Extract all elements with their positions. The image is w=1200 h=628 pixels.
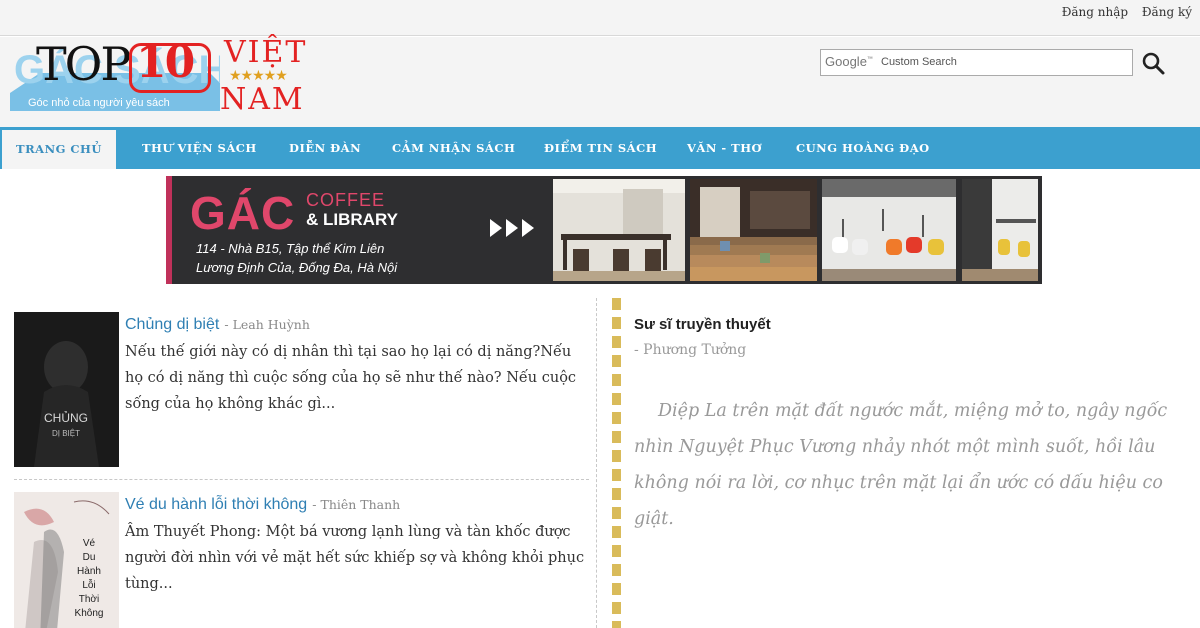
featured-author: - Phương Tưởng [634, 342, 747, 358]
banner-line1: COFFEE [306, 190, 386, 210]
cafe-photo-3 [822, 179, 956, 281]
book-item-1: CHỦNG DỊ BIỆT Chủng dị biệt - Leah Huỳnh… [14, 312, 589, 472]
book-title-link[interactable]: Vé du hành lỗi thời không [125, 496, 307, 513]
cafe-photo-1 [553, 179, 685, 281]
column-separator [596, 298, 597, 628]
nav-item-cung-hoang-dao[interactable]: CUNG HOÀNG ĐẠO [796, 127, 930, 169]
top10-viet: VIỆT [224, 35, 308, 70]
book-cover-2-line4: Lỗi [82, 578, 95, 591]
book-author: - Leah Huỳnh [224, 317, 310, 332]
book-cover-1-line1: CHỦNG [44, 410, 88, 425]
register-link[interactable]: Đăng ký [1142, 5, 1192, 19]
auth-links: Đăng nhập Đăng ký [1052, 5, 1192, 19]
site-header: GÁC SÁCH Góc nhỏ của người yêu sách TOP … [0, 35, 1200, 127]
book-cover-2[interactable]: Vé Du Hành Lỗi Thời Không [14, 492, 119, 628]
film-strip-decoration [612, 298, 621, 628]
nav-item-van-tho[interactable]: VĂN - THƠ [687, 127, 762, 169]
book-cover-1-line2: DỊ BIỆT [52, 429, 80, 438]
search-placeholder: Custom Search [881, 56, 957, 68]
book-cover-2-line6: Không [75, 608, 104, 619]
nav-item-diem-tin-sach[interactable]: ĐIỂM TIN SÁCH [544, 127, 657, 169]
banner-address-line2: Lương Định Của, Đống Đa, Hà Nội [196, 260, 398, 275]
book-description: Âm Thuyết Phong: Một bá vương lạnh lùng … [125, 524, 585, 592]
banner-brand: GÁC [190, 187, 296, 239]
banner-accent-bar [166, 176, 172, 284]
search-input[interactable]: Google™ Custom Search [820, 49, 1133, 76]
top10-number: 10 [136, 37, 195, 88]
featured-title[interactable]: Sư sĩ truyền thuyết [634, 316, 771, 333]
book-item-2: Vé Du Hành Lỗi Thời Không Vé du hành lỗi… [14, 492, 589, 628]
cafe-photo-2 [690, 179, 817, 281]
book-description: Nếu thế giới này có dị nhân thì tại sao … [125, 344, 577, 412]
main-nav: TRANG CHỦ THƯ VIỆN SÁCH DIỄN ĐÀN CẢM NHẬ… [0, 127, 1200, 169]
top-bar: Đăng nhập Đăng ký [0, 0, 1200, 36]
top10-word: TOP [36, 37, 131, 91]
nav-item-trang-chu[interactable]: TRANG CHỦ [2, 127, 116, 169]
book-list-divider [14, 479, 589, 480]
book-cover-2-line2: Du [83, 552, 96, 563]
book-author: - Thiên Thanh [312, 497, 401, 512]
nav-item-thu-vien-sach[interactable]: THƯ VIỆN SÁCH [142, 127, 257, 169]
search-icon[interactable] [1140, 50, 1166, 76]
login-link[interactable]: Đăng nhập [1062, 5, 1128, 19]
top10-watermark-logo: TOP 10 VIỆT ★★★★★ NAM [36, 35, 366, 127]
google-brand: Google™ [825, 54, 873, 69]
top10-nam: NAM [220, 82, 305, 117]
banner-line2: & LIBRARY [306, 210, 398, 229]
triple-arrow-icon [490, 219, 534, 237]
book-title-line-1: Chủng dị biệt - Leah Huỳnh [125, 314, 310, 334]
banner-address-line1: 114 - Nhà B15, Tập thể Kim Liên [196, 241, 385, 256]
book-title-link[interactable]: Chủng dị biệt [125, 316, 219, 333]
book-cover-2-line3: Hành [77, 566, 101, 577]
book-cover-1[interactable]: CHỦNG DỊ BIỆT [14, 312, 119, 467]
cafe-banner[interactable]: GÁC COFFEE & LIBRARY 114 - Nhà B15, Tập … [166, 176, 1042, 284]
book-cover-2-line1: Vé [83, 538, 96, 549]
book-title-line-2: Vé du hành lỗi thời không - Thiên Thanh [125, 494, 400, 514]
book-cover-2-line5: Thời [79, 594, 99, 605]
featured-excerpt: Diệp La trên mặt đất ngước mắt, miệng mở… [634, 401, 1168, 529]
cafe-photo-4 [962, 179, 1038, 281]
nav-item-dien-dan[interactable]: DIỄN ĐÀN [289, 127, 361, 169]
nav-item-cam-nhan-sach[interactable]: CẢM NHẬN SÁCH [392, 127, 515, 169]
